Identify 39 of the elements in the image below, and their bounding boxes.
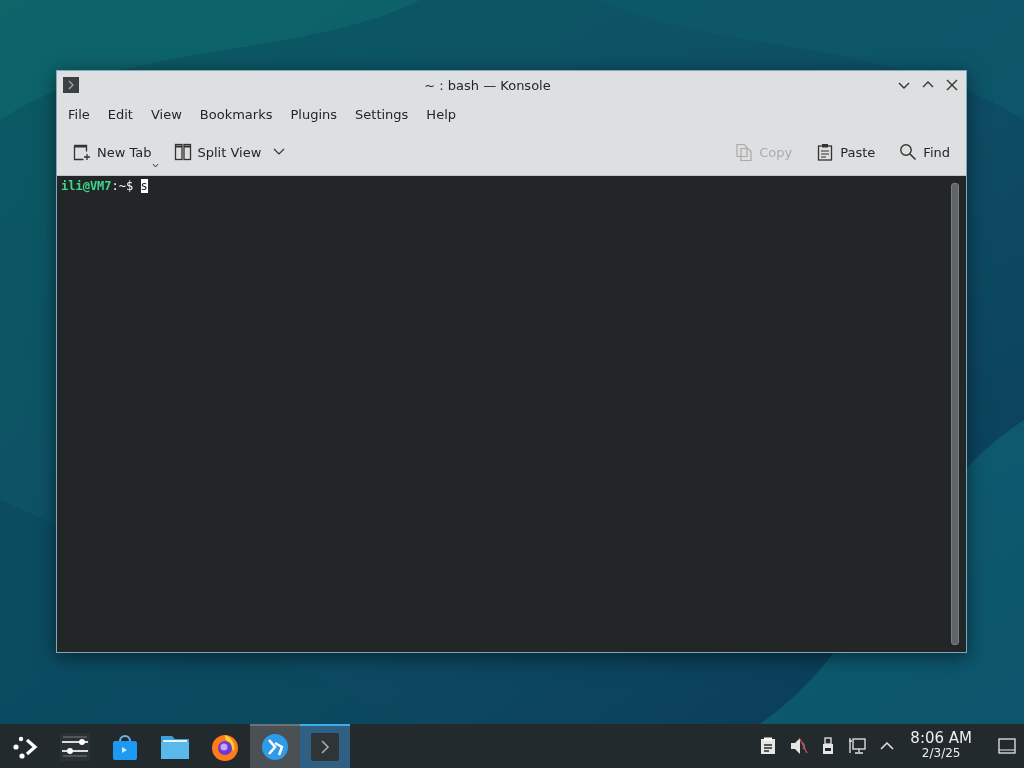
chevron-down-icon [273,148,286,156]
find-button[interactable]: Find [891,139,958,165]
menu-item[interactable]: File [59,106,99,122]
split-button[interactable]: Split View [165,139,294,165]
shopping-bag-icon [112,733,138,761]
usb-drive-icon[interactable] [822,737,835,755]
terminal-icon [311,733,339,761]
launcher-icon [12,734,38,760]
show-desktop-button[interactable] [998,738,1016,754]
chevron-up-icon[interactable] [880,741,895,751]
menu-item[interactable]: Bookmarks [190,106,282,122]
network-icon[interactable] [848,737,867,755]
speaker-muted-icon[interactable] [790,737,809,755]
dropdown-icon [151,163,159,168]
new-tab-button[interactable]: New Tab [65,139,160,165]
menu-item[interactable]: Edit [98,106,142,122]
terminal-cursor: s [140,179,148,193]
menu-item[interactable]: Help [417,106,465,122]
sliders-icon [60,733,90,761]
close-button[interactable] [944,77,960,93]
clock[interactable]: 8:06 AM 2/3/25 [910,731,972,761]
menu-item[interactable]: View [141,106,191,122]
globe-icon [261,733,289,761]
window-title: ~ : bash — Konsole [423,77,552,93]
scrollbar[interactable] [951,183,959,645]
new-tab-icon [73,143,91,161]
clipboard-icon[interactable] [760,737,777,755]
search-icon [899,143,918,161]
taskbar-item[interactable] [250,724,300,768]
terminal-line: ili@VM7:~$ s [61,179,148,193]
paste-button[interactable]: Paste [808,139,884,165]
menu-item[interactable]: Settings [346,106,418,122]
split-view-icon [173,143,192,161]
menu-item[interactable]: Plugins [281,106,347,122]
clipboard-icon [816,143,835,161]
copy-icon [735,143,754,161]
folder-icon [160,734,190,760]
terminal-icon [63,77,79,93]
browser-icon [210,732,240,762]
